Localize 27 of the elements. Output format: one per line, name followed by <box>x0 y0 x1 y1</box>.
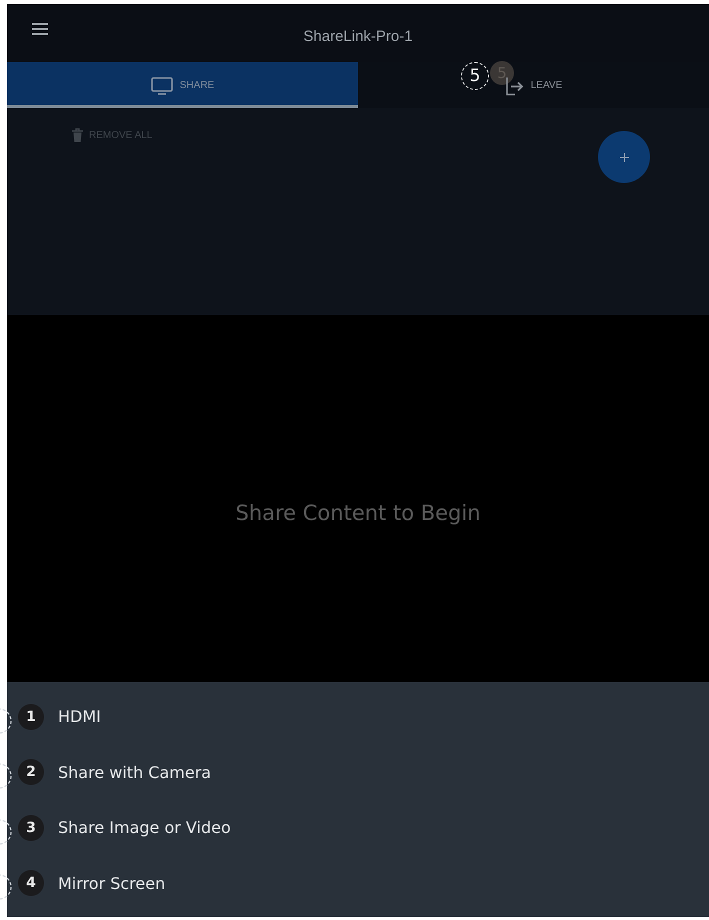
dashed-ring-icon <box>0 873 13 902</box>
callout-badge: 5 <box>461 62 489 90</box>
tab-label: LEAVE <box>530 80 562 91</box>
menu-item[interactable]: 3 Share Image or Video <box>7 800 709 856</box>
monitor-icon <box>150 76 173 94</box>
number-badge: 3 <box>18 814 44 841</box>
number-badge: 1 <box>18 704 44 730</box>
menu-icon[interactable] <box>32 23 48 35</box>
empty-message: Share Content to Begin <box>235 501 481 525</box>
menu-item-label: HDMI <box>58 707 101 726</box>
tab[interactable]: SHARE <box>7 62 358 108</box>
number-badge: 4 <box>18 870 44 896</box>
menu-item[interactable]: 2 Share with Camera <box>7 744 709 800</box>
trash-icon <box>72 128 83 142</box>
menu-item-label: Share with Camera <box>58 762 212 782</box>
menu-item-label: Share Image or Video <box>58 818 231 838</box>
app-title: ShareLink-Pro-1 <box>302 28 414 45</box>
number-badge: 2 <box>18 759 44 786</box>
dashed-ring-icon <box>0 706 13 735</box>
menu-item[interactable]: 4 Mirror Screen <box>7 856 709 911</box>
exit-icon <box>504 76 524 96</box>
dashed-ring-icon <box>0 818 13 846</box>
plus-icon <box>620 152 628 162</box>
menu-item-label: Mirror Screen <box>58 874 166 893</box>
tab-label: SHARE <box>180 80 214 91</box>
dashed-ring-icon <box>0 762 13 790</box>
menu-item[interactable]: 1 HDMI <box>7 689 709 744</box>
